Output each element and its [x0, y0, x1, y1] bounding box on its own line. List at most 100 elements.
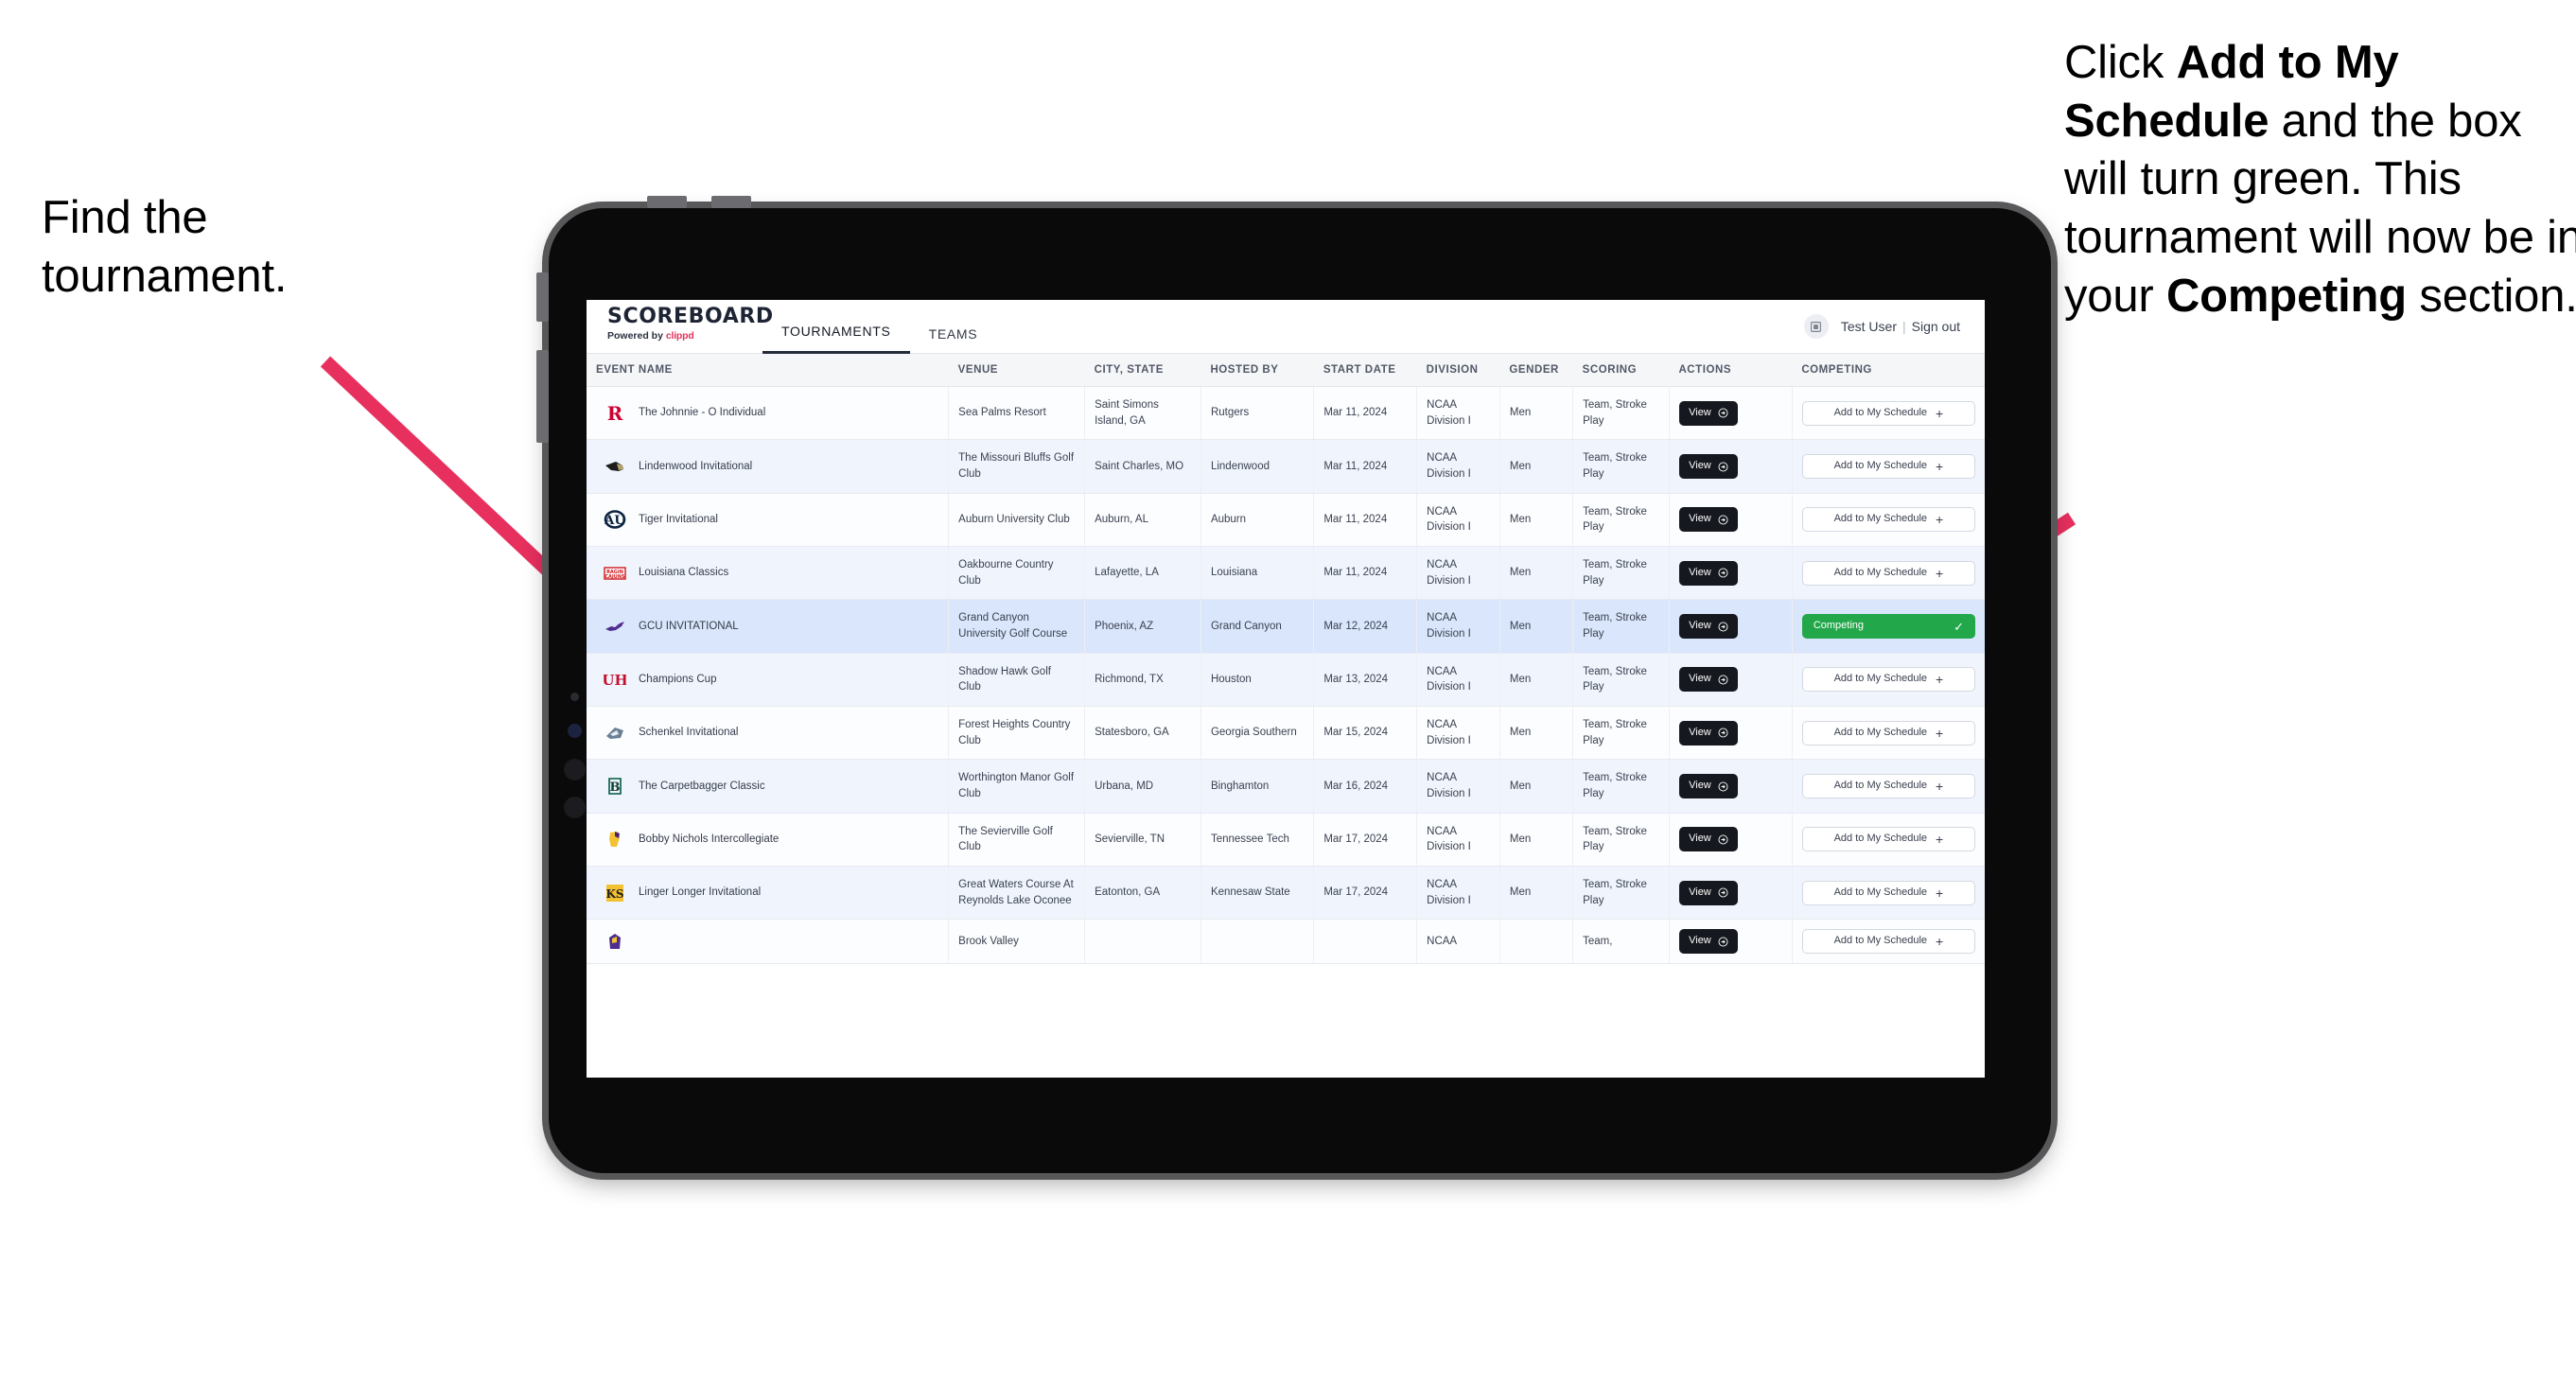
cell-gender: Men — [1499, 546, 1574, 601]
arrow-circle-right-icon — [1718, 887, 1728, 898]
cell-city-state: Eatonton, GA — [1084, 866, 1201, 921]
cell-city-state: Statesboro, GA — [1084, 706, 1201, 761]
table-row[interactable]: RAGIN CAJUNS Louisiana Classics Oakbourne… — [587, 546, 1985, 601]
add-to-my-schedule-button[interactable]: Add to My Schedule + — [1801, 929, 1975, 955]
view-button[interactable]: View — [1678, 507, 1738, 533]
tournaments-table: EVENT NAME VENUE CITY, STATE HOSTED BY S… — [587, 354, 1985, 965]
device-button-side-upper[interactable] — [536, 272, 549, 322]
user-separator: | — [1901, 319, 1906, 334]
tab-teams[interactable]: TEAMS — [910, 326, 997, 354]
column-header-actions: ACTIONS — [1669, 354, 1793, 387]
cell-city-state: Saint Simons Island, GA — [1084, 386, 1201, 441]
cell-actions: View — [1669, 759, 1793, 814]
brand-powered-prefix: Powered by — [607, 330, 666, 342]
cell-actions: View — [1669, 546, 1793, 601]
cell-actions: View — [1669, 493, 1793, 548]
cell-actions: View — [1669, 706, 1793, 761]
user-links: Test User | Sign out — [1841, 319, 1960, 334]
cell-venue: Shadow Hawk Golf Club — [948, 653, 1086, 708]
cell-event-name: GCU INVITATIONAL — [587, 599, 950, 654]
cell-scoring: Team, Stroke Play — [1572, 386, 1670, 441]
add-to-my-schedule-button[interactable]: Add to My Schedule + — [1801, 400, 1975, 426]
add-to-my-schedule-button[interactable]: Add to My Schedule + — [1801, 827, 1975, 852]
cell-scoring: Team, Stroke Play — [1572, 653, 1670, 708]
add-to-my-schedule-button[interactable]: Add to My Schedule + — [1801, 560, 1975, 586]
view-button[interactable]: View — [1678, 614, 1738, 640]
table-row[interactable]: R The Johnnie - O Individual Sea Palms R… — [587, 386, 1985, 441]
view-button[interactable]: View — [1678, 774, 1738, 799]
table-row[interactable]: Brook Valley NCAA Team, View Add to My S… — [587, 919, 1985, 965]
cell-competing: Add to My Schedule + — [1792, 813, 1985, 868]
table-row[interactable]: GCU INVITATIONAL Grand Canyon University… — [587, 599, 1985, 654]
device-speaker-hole-upper — [564, 759, 586, 781]
event-name-cell: R The Johnnie - O Individual — [604, 402, 938, 425]
add-to-my-schedule-button[interactable]: Add to My Schedule + — [1801, 774, 1975, 799]
cell-actions: View — [1669, 813, 1793, 868]
add-to-my-schedule-label: Add to My Schedule — [1833, 513, 1928, 525]
tab-tournaments[interactable]: TOURNAMENTS — [762, 324, 910, 354]
column-header-city-state: CITY, STATE — [1084, 354, 1201, 387]
cell-gender: Men — [1499, 813, 1574, 868]
view-label: View — [1689, 566, 1711, 578]
view-button[interactable]: View — [1678, 720, 1738, 746]
cell-event-name: UH Champions Cup — [587, 653, 950, 708]
device-button-top-right[interactable] — [711, 196, 751, 208]
add-to-my-schedule-button[interactable]: Add to My Schedule + — [1801, 507, 1975, 533]
table-row[interactable]: Schenkel Invitational Forest Heights Cou… — [587, 706, 1985, 761]
add-to-my-schedule-button[interactable]: Add to My Schedule + — [1801, 720, 1975, 746]
cell-competing: Add to My Schedule + — [1792, 759, 1985, 814]
event-name-label: Tiger Invitational — [639, 514, 718, 526]
plus-icon: + — [1936, 512, 1944, 528]
view-button[interactable]: View — [1678, 454, 1738, 480]
add-to-my-schedule-button[interactable]: Add to My Schedule + — [1801, 880, 1975, 905]
cell-start-date: Mar 11, 2024 — [1313, 439, 1418, 494]
view-button[interactable]: View — [1678, 400, 1738, 426]
view-label: View — [1689, 780, 1711, 792]
brand-clippd: clippd — [665, 330, 694, 342]
app-header: SCOREBOARD Powered by clippd TOURNAMENTS… — [587, 300, 1985, 354]
cell-venue: Forest Heights Country Club — [948, 706, 1086, 761]
competing-button[interactable]: Competing ✓ — [1801, 614, 1975, 640]
table-row[interactable]: Bobby Nichols Intercollegiate The Sevier… — [587, 813, 1985, 868]
view-button[interactable]: View — [1678, 667, 1738, 693]
view-button[interactable]: View — [1678, 560, 1738, 586]
add-to-my-schedule-button[interactable]: Add to My Schedule + — [1801, 454, 1975, 480]
cell-venue: The Missouri Bluffs Golf Club — [948, 439, 1086, 494]
annotation-left-line2: tournament. — [42, 250, 288, 302]
cell-hosted-by: Lindenwood — [1200, 439, 1315, 494]
table-row[interactable]: KS Linger Longer Invitational Great Wate… — [587, 866, 1985, 921]
device-button-top-left[interactable] — [647, 196, 687, 208]
cell-event-name: RAGIN CAJUNS Louisiana Classics — [587, 546, 950, 601]
table-row[interactable]: UH Champions Cup Shadow Hawk Golf Club R… — [587, 653, 1985, 708]
device-speaker-hole-lower — [564, 797, 586, 818]
annotation-left-line1: Find the — [42, 192, 208, 243]
cell-scoring: Team, Stroke Play — [1572, 493, 1670, 548]
cell-event-name: AU Tiger Invitational — [587, 493, 950, 548]
cell-venue: Oakbourne Country Club — [948, 546, 1086, 601]
brand-logo: SCOREBOARD Powered by clippd — [587, 300, 773, 353]
cell-start-date: Mar 11, 2024 — [1313, 386, 1418, 441]
view-button[interactable]: View — [1678, 929, 1738, 955]
view-button[interactable]: View — [1678, 827, 1738, 852]
device-button-side-lower[interactable] — [536, 350, 549, 443]
table-row[interactable]: B The Carpetbagger Classic Worthington M… — [587, 759, 1985, 814]
add-to-my-schedule-label: Add to My Schedule — [1833, 935, 1928, 947]
add-to-my-schedule-button[interactable]: Add to My Schedule + — [1801, 667, 1975, 693]
column-header-competing: COMPETING — [1792, 354, 1985, 387]
arrow-circle-right-icon — [1718, 622, 1728, 632]
event-name-label: Champions Cup — [639, 674, 717, 686]
view-button[interactable]: View — [1678, 880, 1738, 905]
cell-event-name: R The Johnnie - O Individual — [587, 386, 950, 441]
table-row[interactable]: Lindenwood Invitational The Missouri Blu… — [587, 439, 1985, 494]
device-sensor-dot — [570, 693, 579, 701]
column-header-start-date: START DATE — [1313, 354, 1417, 387]
cell-scoring: Team, Stroke Play — [1572, 813, 1670, 868]
avatar[interactable] — [1803, 314, 1829, 339]
cell-gender: Men — [1499, 386, 1574, 441]
column-header-division: DIVISION — [1416, 354, 1500, 387]
partial-row-logo — [604, 930, 626, 953]
sign-out-link[interactable]: Sign out — [1912, 319, 1960, 334]
table-row[interactable]: AU Tiger Invitational Auburn University … — [587, 493, 1985, 548]
plus-icon: + — [1936, 934, 1944, 950]
cell-competing: Add to My Schedule + — [1792, 546, 1985, 601]
